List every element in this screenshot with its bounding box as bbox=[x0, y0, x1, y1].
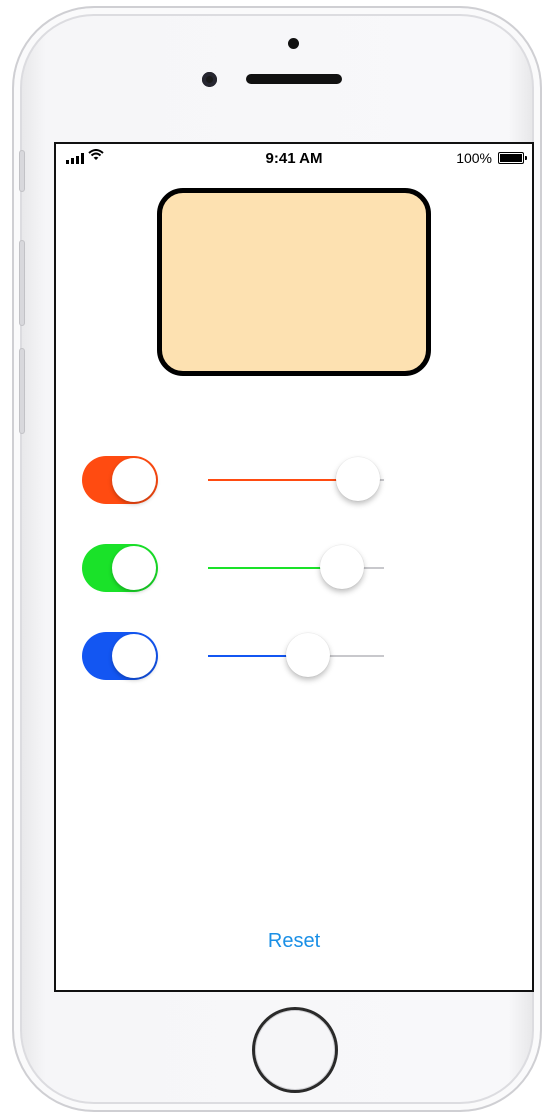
slider-thumb[interactable] bbox=[319, 545, 364, 589]
green-toggle[interactable] bbox=[82, 544, 158, 592]
blue-slider[interactable] bbox=[208, 632, 384, 680]
status-bar: 9:41 AM 100% bbox=[56, 144, 532, 172]
reset-button[interactable]: Reset bbox=[56, 930, 532, 953]
battery-icon bbox=[498, 152, 527, 164]
toggle-knob bbox=[112, 458, 156, 502]
red-channel-row bbox=[82, 456, 384, 504]
battery-percent: 100% bbox=[456, 150, 492, 166]
green-channel-row bbox=[82, 544, 384, 592]
volume-up-button bbox=[19, 240, 25, 326]
red-slider[interactable] bbox=[208, 456, 384, 504]
proximity-sensor bbox=[288, 38, 299, 49]
green-slider[interactable] bbox=[208, 544, 384, 592]
slider-thumb[interactable] bbox=[286, 633, 331, 677]
screen: 9:41 AM 100% Reset bbox=[54, 142, 534, 992]
red-toggle[interactable] bbox=[82, 456, 158, 504]
toggle-knob bbox=[112, 634, 156, 678]
earpiece-speaker bbox=[246, 74, 342, 84]
slider-thumb[interactable] bbox=[335, 457, 380, 501]
front-camera bbox=[202, 72, 217, 87]
mute-switch bbox=[19, 150, 25, 192]
volume-down-button bbox=[19, 348, 25, 434]
home-button[interactable] bbox=[252, 1007, 338, 1093]
toggle-knob bbox=[112, 546, 156, 590]
blue-channel-row bbox=[82, 632, 384, 680]
color-preview bbox=[157, 188, 431, 376]
blue-toggle[interactable] bbox=[82, 632, 158, 680]
